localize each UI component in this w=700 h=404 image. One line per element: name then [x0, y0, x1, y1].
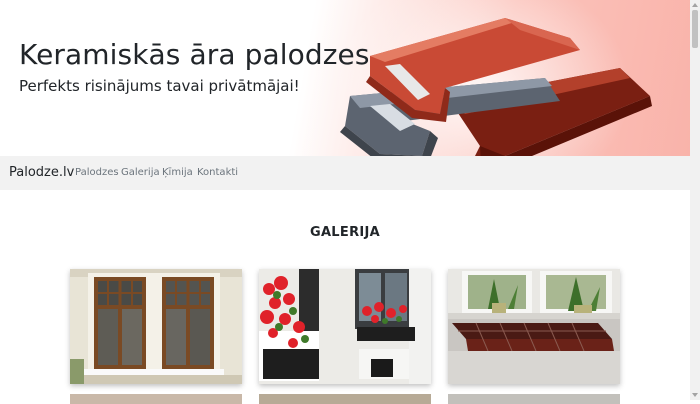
- nav-link-palodzes[interactable]: Palodzes: [75, 167, 119, 178]
- hero-banner: Keramiskās āra palodzes Perfekts risināj…: [0, 0, 690, 156]
- brand-link[interactable]: Palodze.lv: [9, 165, 74, 180]
- windowsill-product-image: [340, 18, 652, 156]
- hero-title: Keramiskās āra palodzes: [19, 38, 370, 71]
- gallery-image-tiled-sill[interactable]: [448, 269, 620, 384]
- scroll-up-icon[interactable]: [692, 3, 698, 7]
- nav-link-kontakti[interactable]: Kontakti: [197, 167, 238, 178]
- gallery-image-row2-1[interactable]: [70, 394, 242, 404]
- gallery-image-wooden-window[interactable]: [70, 269, 242, 384]
- scroll-down-icon[interactable]: [692, 393, 698, 397]
- gallery-image-row2-3[interactable]: [448, 394, 620, 404]
- gallery-image-row2-2[interactable]: [259, 394, 431, 404]
- top-navbar: Palodze.lv Palodzes Galerija Ķīmija Kont…: [0, 156, 690, 190]
- gallery-image-flower-window[interactable]: [259, 269, 431, 384]
- vertical-scrollbar[interactable]: [690, 0, 700, 400]
- tiled-windowsill-photo: [448, 269, 620, 384]
- wooden-window-photo: [70, 269, 242, 384]
- gallery-heading: GALERIJA: [309, 225, 381, 240]
- flower-box-window-photo: [259, 269, 431, 384]
- nav-link-kimija[interactable]: Ķīmija: [162, 167, 193, 178]
- nav-link-galerija[interactable]: Galerija: [121, 167, 160, 178]
- hero-subtitle: Perfekts risinājums tavai privātmājai!: [19, 77, 300, 95]
- scrollbar-thumb[interactable]: [692, 10, 698, 48]
